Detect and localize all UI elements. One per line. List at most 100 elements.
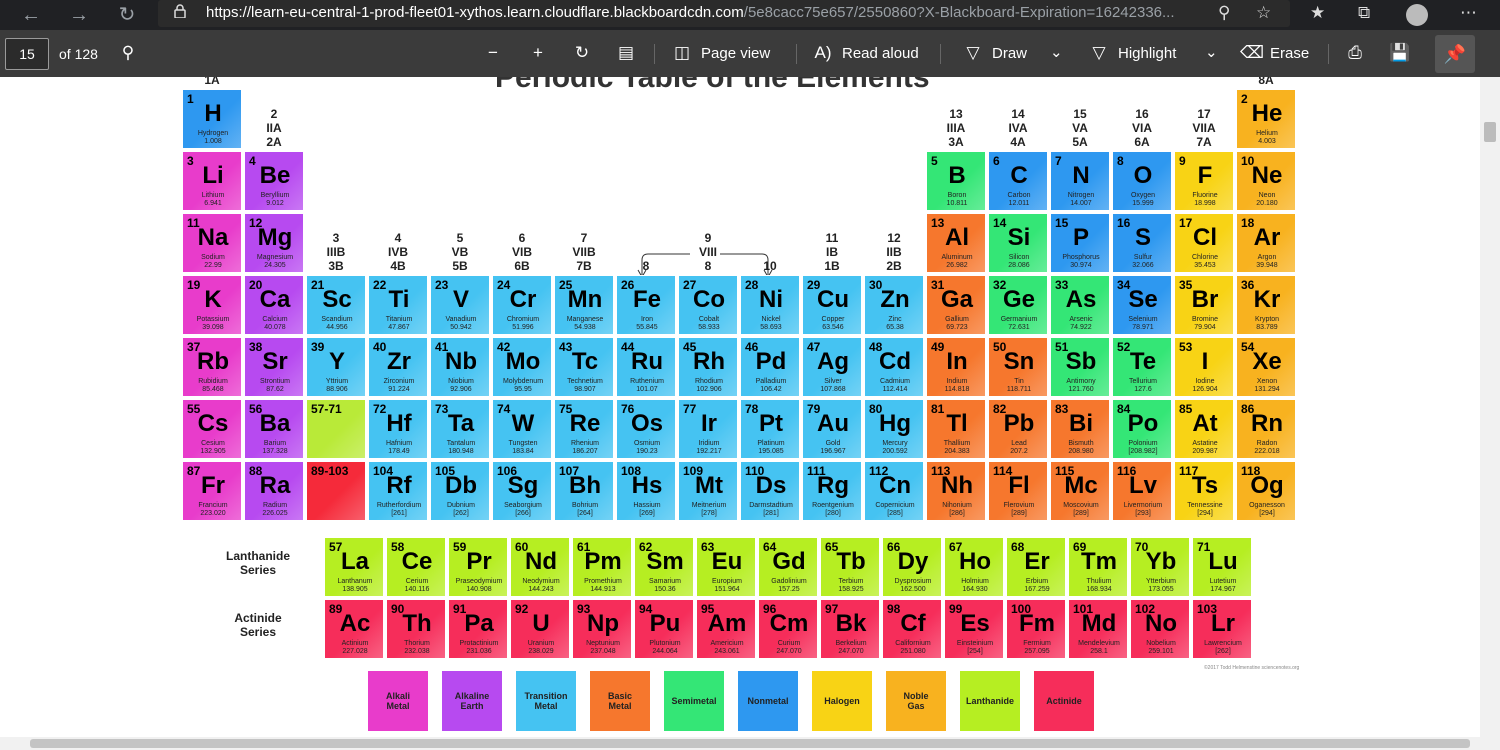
element-symbol: Nh bbox=[941, 472, 973, 499]
group-label: 6 VIB 6B bbox=[511, 231, 532, 273]
atomic-mass: 126.904 bbox=[1192, 386, 1218, 393]
credit-text: ©2017 Todd Helmenstine sciencenotes.org bbox=[1204, 665, 1300, 671]
erase-button[interactable]: ⌫ Erase bbox=[1240, 39, 1309, 67]
element-symbol: I bbox=[1201, 348, 1209, 375]
element-symbol: Fm bbox=[1019, 610, 1055, 637]
vertical-scrollbar[interactable] bbox=[1480, 77, 1500, 737]
element-cell: 22 Ti Titanium 47.867 bbox=[368, 275, 428, 335]
print-icon[interactable]: ⎙ bbox=[1344, 39, 1374, 67]
refresh-icon[interactable]: ↻ bbox=[114, 2, 140, 28]
element-name: Molybdenum bbox=[502, 378, 544, 385]
element-cell: 41 Nb Niobium 92.906 bbox=[430, 337, 490, 397]
element-symbol: Y bbox=[328, 348, 345, 375]
atomic-mass: 190.23 bbox=[636, 448, 658, 455]
favorite-add-icon[interactable]: ☆ bbox=[1256, 3, 1271, 23]
element-name: Cesium bbox=[201, 440, 225, 447]
atomic-mass: 121.760 bbox=[1068, 386, 1094, 393]
element-symbol: Re bbox=[569, 410, 601, 437]
zoom-out-icon[interactable]: − bbox=[482, 39, 512, 67]
highlight-dropdown-chevron-icon[interactable]: ⌄ bbox=[1205, 39, 1218, 67]
atomic-mass: [208.982] bbox=[1128, 448, 1158, 455]
save-icon[interactable]: 💾 bbox=[1389, 39, 1419, 67]
rotate-icon[interactable]: ↻ bbox=[571, 39, 601, 67]
url-field[interactable]: https://learn-eu-central-1-prod-fleet01-… bbox=[158, 0, 1290, 27]
atomic-mass: [254] bbox=[967, 648, 983, 655]
erase-label: Erase bbox=[1270, 45, 1310, 62]
element-name: Nitrogen bbox=[1067, 192, 1095, 199]
url-text[interactable]: https://learn-eu-central-1-prod-fleet01-… bbox=[206, 4, 1206, 21]
element-name: Indium bbox=[946, 378, 968, 385]
element-cell: 55 Cs Cesium 132.905 bbox=[182, 399, 242, 459]
element-name: Fermium bbox=[1023, 640, 1051, 647]
element-cell: 47 Ag Silver 107.868 bbox=[802, 337, 862, 397]
element-cell: 48 Cd Cadmium 112.414 bbox=[864, 337, 924, 397]
element-cell: 30 Zn Zinc 65.38 bbox=[864, 275, 924, 335]
read-aloud-button[interactable]: A) Read aloud bbox=[812, 39, 919, 67]
element-cell: 78 Pt Platinum 195.085 bbox=[740, 399, 800, 459]
element-symbol: At bbox=[1192, 410, 1218, 437]
element-cell: 25 Mn Manganese 54.938 bbox=[554, 275, 614, 335]
more-menu-icon[interactable]: ⋯ bbox=[1460, 3, 1477, 23]
element-cell: 1 H Hydrogen 1.008 bbox=[182, 89, 242, 149]
horizontal-scroll-thumb[interactable] bbox=[30, 739, 1470, 748]
horizontal-scrollbar[interactable] bbox=[0, 737, 1500, 750]
atomic-mass: 257.095 bbox=[1024, 648, 1050, 655]
atomic-mass: 12.011 bbox=[1008, 200, 1030, 207]
element-symbol: H bbox=[204, 100, 222, 127]
element-name: Lutetium bbox=[1209, 578, 1237, 585]
atomic-mass: 231.036 bbox=[466, 648, 492, 655]
element-symbol: Pd bbox=[755, 348, 787, 375]
pin-toolbar-icon[interactable]: 📌 bbox=[1435, 35, 1475, 73]
legend-item: Actinide bbox=[1034, 671, 1094, 731]
atomic-mass: 227.028 bbox=[342, 648, 368, 655]
forward-arrow-icon[interactable]: → bbox=[66, 2, 92, 28]
element-name: Platinum bbox=[757, 440, 785, 447]
profile-avatar[interactable] bbox=[1406, 4, 1428, 26]
draw-dropdown-chevron-icon[interactable]: ⌄ bbox=[1050, 39, 1063, 67]
element-symbol: Np bbox=[587, 610, 619, 637]
zoom-icon[interactable]: ⚲ bbox=[1218, 3, 1230, 23]
element-name: Americium bbox=[710, 640, 744, 647]
lock-icon[interactable] bbox=[174, 4, 186, 18]
element-symbol: Na bbox=[197, 224, 229, 251]
highlight-button[interactable]: ▽ Highlight bbox=[1088, 39, 1176, 67]
collections-icon[interactable]: ⧉ bbox=[1358, 3, 1370, 23]
draw-button[interactable]: ▽ Draw bbox=[962, 39, 1027, 67]
atomic-mass: 138.905 bbox=[342, 586, 368, 593]
element-symbol: Mo bbox=[505, 348, 541, 375]
element-cell: 58 Ce Cerium 140.116 bbox=[386, 537, 446, 597]
element-name: Tungsten bbox=[508, 440, 538, 447]
favorites-icon[interactable]: ★ bbox=[1310, 3, 1325, 23]
back-arrow-icon[interactable]: ← bbox=[18, 2, 44, 28]
element-name: Zinc bbox=[888, 316, 902, 323]
element-cell: 109 Mt Meitnerium [278] bbox=[678, 461, 738, 521]
atomic-mass: 238.029 bbox=[528, 648, 554, 655]
atomic-mass: 79.904 bbox=[1194, 324, 1216, 331]
element-symbol: Rn bbox=[1251, 410, 1283, 437]
atomic-mass: 95.95 bbox=[514, 386, 532, 393]
element-cell: 65 Tb Terbium 158.925 bbox=[820, 537, 880, 597]
atomic-mass: 87.62 bbox=[266, 386, 284, 393]
element-name: Rutherfordium bbox=[376, 502, 422, 509]
page-view-button[interactable]: ◫ Page view bbox=[671, 39, 770, 67]
element-symbol: Mt bbox=[695, 472, 723, 499]
page-title: Periodic Table of the Elements bbox=[495, 77, 930, 94]
atomic-mass: 102.906 bbox=[696, 386, 722, 393]
page-number-input[interactable]: 15 bbox=[5, 38, 49, 70]
atomic-mass: [281] bbox=[763, 510, 779, 517]
element-cell: 20 Ca Calcium 40.078 bbox=[244, 275, 304, 335]
element-symbol: Cr bbox=[509, 286, 537, 313]
element-name: Neodymium bbox=[522, 578, 560, 585]
vertical-scroll-thumb[interactable] bbox=[1484, 122, 1496, 142]
element-symbol: Cs bbox=[197, 410, 229, 437]
element-cell: 113 Nh Nihonium [286] bbox=[926, 461, 986, 521]
group-label: 13 IIIA 3A bbox=[946, 107, 966, 149]
element-name: Gallium bbox=[945, 316, 969, 323]
zoom-in-icon[interactable]: + bbox=[527, 39, 557, 67]
atomic-mass: 208.980 bbox=[1068, 448, 1094, 455]
fit-page-icon[interactable]: ▤ bbox=[615, 39, 645, 67]
element-name: Neon bbox=[1258, 192, 1276, 199]
element-cell: 74 W Tungsten 183.84 bbox=[492, 399, 552, 459]
search-icon[interactable]: ⚲ bbox=[117, 39, 147, 67]
element-symbol: Ra bbox=[259, 472, 291, 499]
